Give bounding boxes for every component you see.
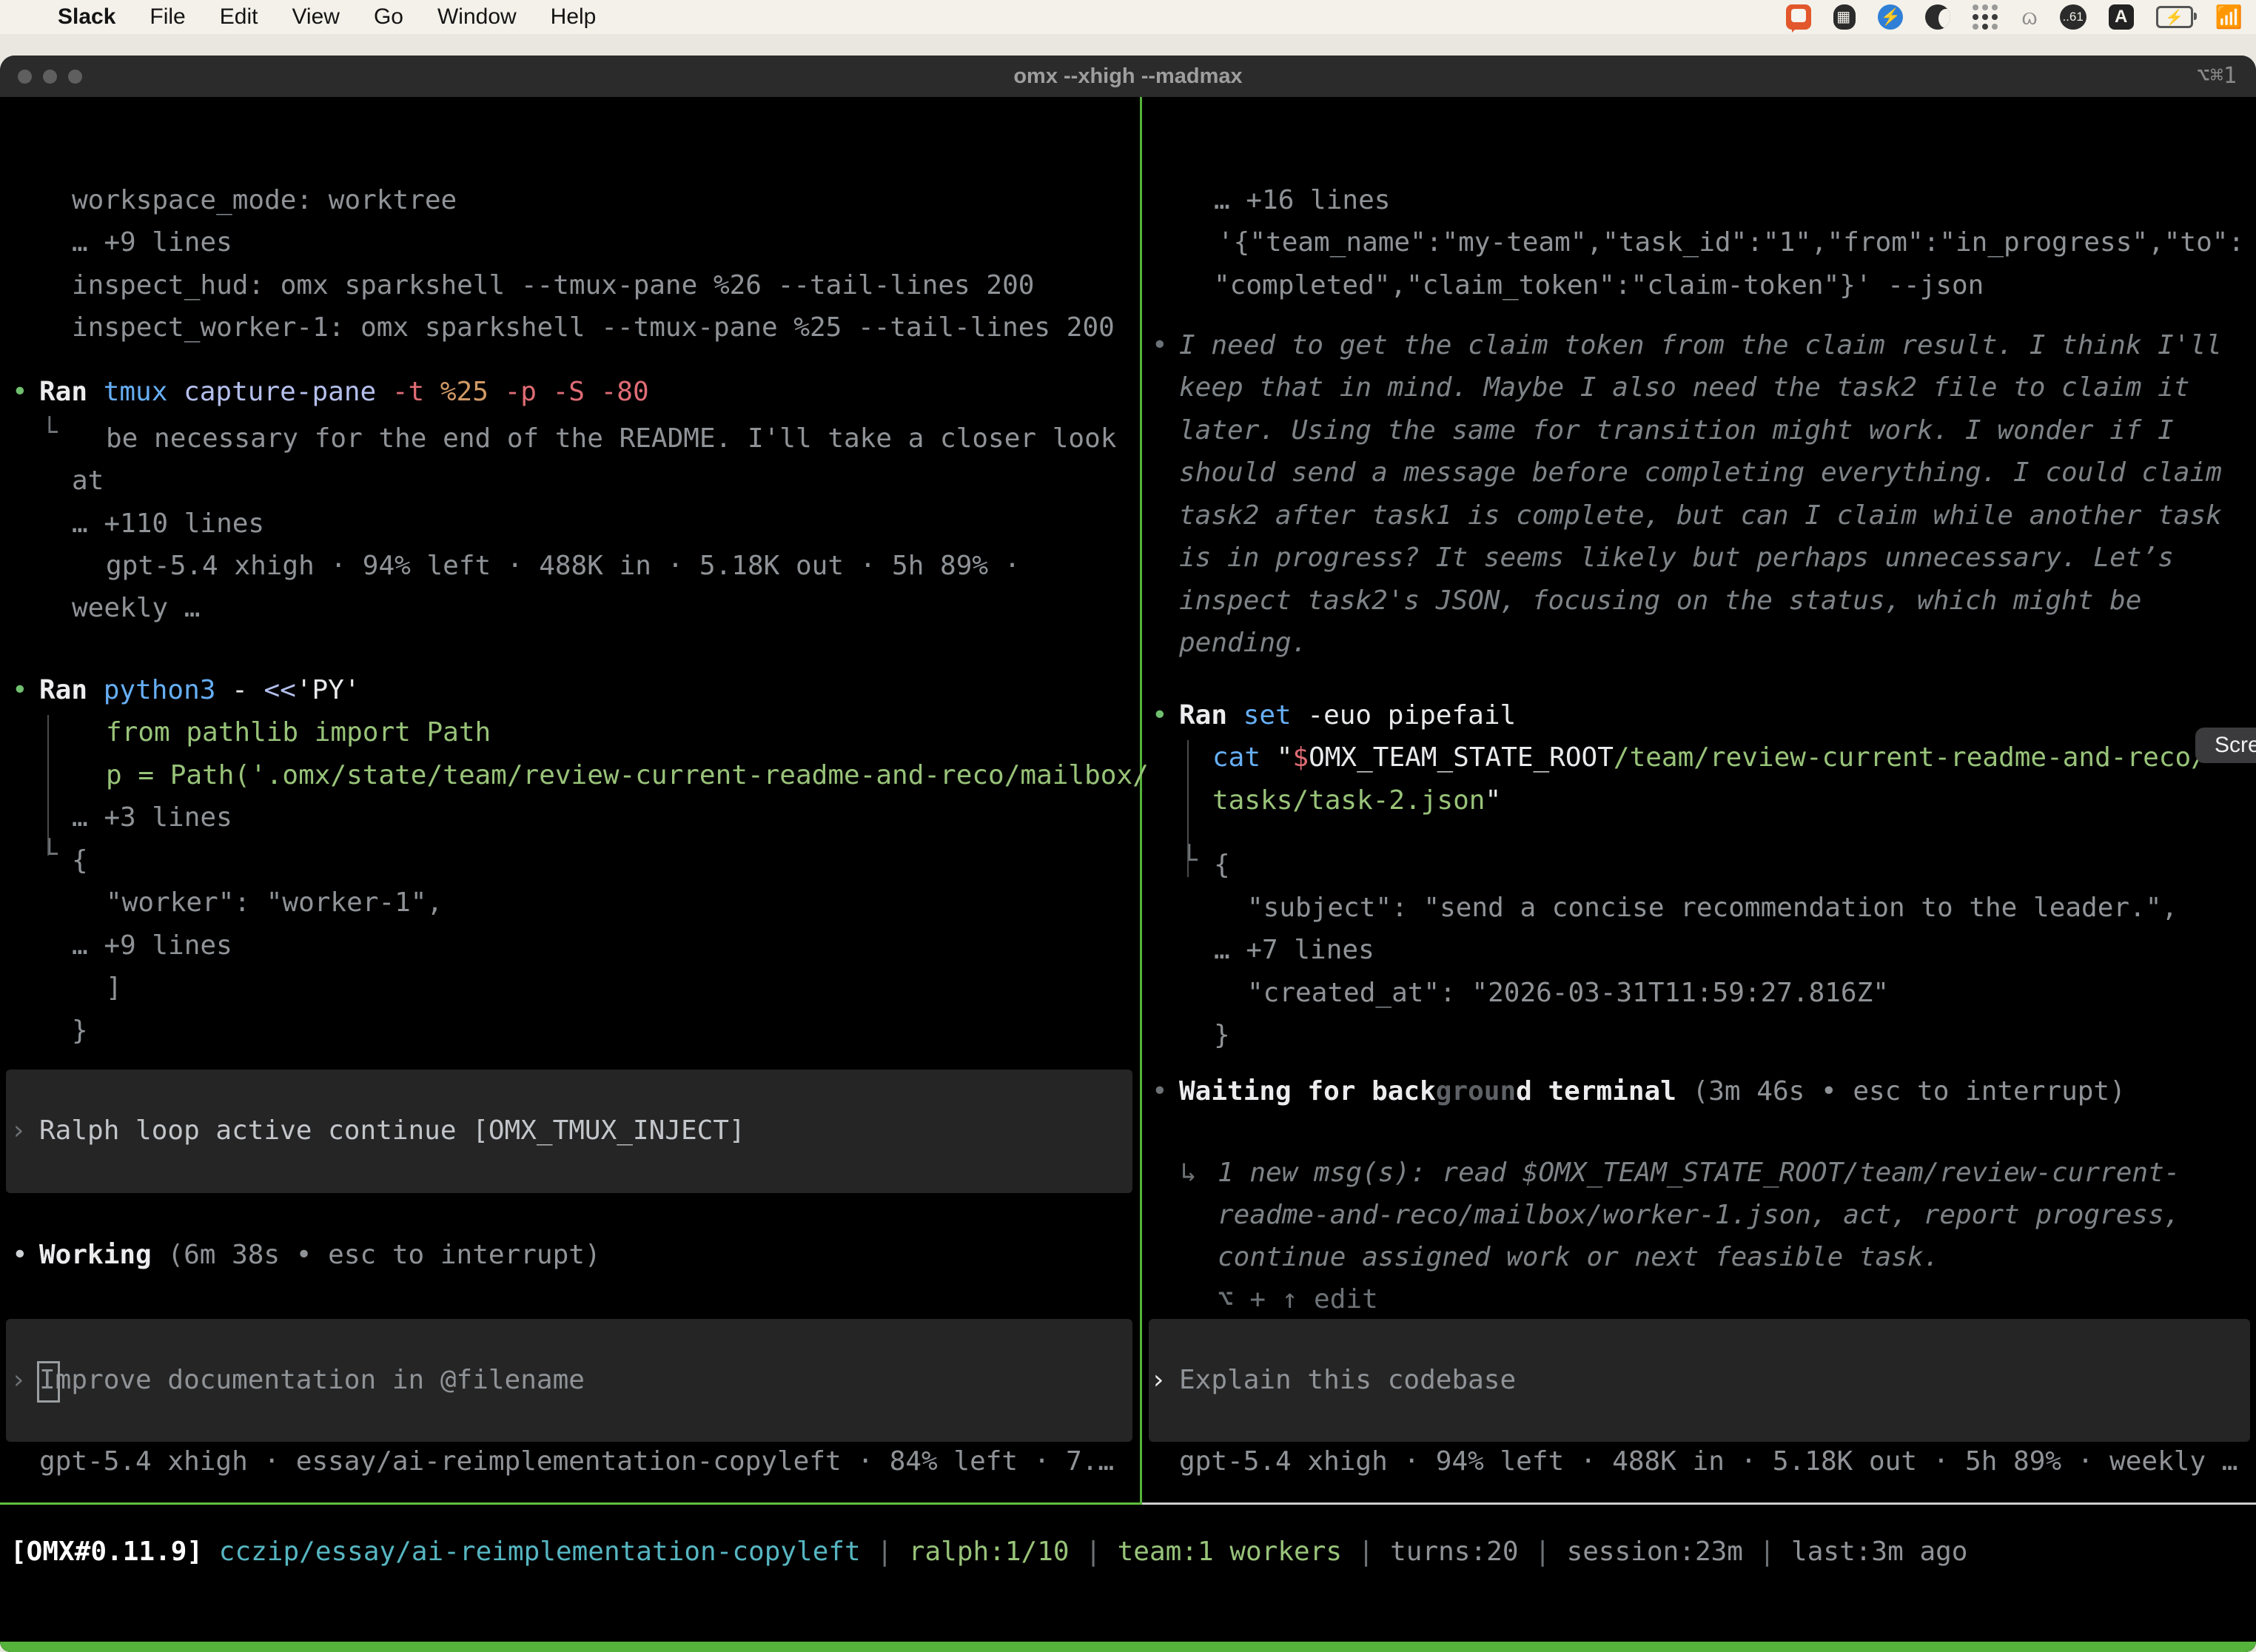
thinking-text: task2 after task1 is complete, but can I… <box>1179 498 2222 534</box>
ran-set-command: Ran set -euo pipefail <box>1179 698 1516 733</box>
tmux-status-bar: [omx-cczip0:bash* "MacBook-Pro-44.local"… <box>0 1642 2256 1652</box>
log-line: "completed","claim_token":"claim-token"}… <box>1214 268 1984 303</box>
blue-spark-icon[interactable]: ⚡ <box>1878 4 1903 30</box>
log-line: … +16 lines <box>1214 183 1390 218</box>
ran-tmux-command: Ran tmux capture-pane -t %25 -p -S -80 <box>39 375 649 410</box>
thinking-text: keep that in mind. Maybe I also need the… <box>1179 370 2189 406</box>
log-line: inspect_hud: omx sparkshell --tmux-pane … <box>72 268 1034 303</box>
collapsed-lines: … +9 lines <box>72 928 232 964</box>
mailbox-message: 1 new msg(s): read $OMX_TEAM_STATE_ROOT/… <box>1218 1155 2180 1191</box>
tree-corner: └ <box>41 415 58 451</box>
command-output: weekly … <box>72 591 200 626</box>
json-output: "subject": "send a concise recommendatio… <box>1247 890 2178 926</box>
hook-icon[interactable]: ᦒ <box>2021 1 2037 33</box>
right-prompt-input[interactable]: Explain this codebase <box>1179 1363 1516 1398</box>
collapsed-lines: … +3 lines <box>72 800 232 836</box>
left-pane-bottom-border <box>0 1502 1140 1505</box>
command-output: at <box>72 463 104 499</box>
python-code-line: from pathlib import Path <box>106 715 491 751</box>
menu-edit[interactable]: Edit <box>220 4 258 30</box>
msg-arrow-icon: ↳ <box>1181 1155 1197 1191</box>
left-prompt-input[interactable]: Improve documentation in @filename <box>39 1363 585 1398</box>
tree-corner: └ <box>41 837 58 873</box>
left-session-status: gpt-5.4 xhigh · essay/ai-reimplementatio… <box>39 1444 1114 1480</box>
thinking-text: is in progress? It seems likely but perh… <box>1179 540 2174 576</box>
edit-hint: ⌥ + ↑ edit <box>1218 1282 1378 1317</box>
input-source-icon[interactable]: A <box>2109 4 2134 30</box>
run-bullet-icon: • <box>1152 698 1168 733</box>
command-output: gpt-5.4 xhigh · 94% left · 488K in · 5.1… <box>106 548 1020 584</box>
window-title: omx --xhigh --madmax <box>0 56 2256 97</box>
pane-divider[interactable] <box>1140 97 1142 1505</box>
ran-python-command: Ran python3 - <<'PY' <box>39 673 360 708</box>
menu-status-icons: ⚡ ᦒ ..61 A ⚡ 📶 <box>1786 0 2243 34</box>
prompt-arrow-icon: › <box>10 1363 27 1398</box>
window-shortcut: ⌥⌘1 <box>2197 56 2237 97</box>
mailbox-message: readme-and-reco/mailbox/worker-1.json, a… <box>1218 1198 2180 1233</box>
right-session-status: gpt-5.4 xhigh · 94% left · 488K in · 5.1… <box>1179 1444 2237 1480</box>
command-output: … +110 lines <box>72 506 264 542</box>
command-output: be necessary for the end of the README. … <box>106 421 1116 457</box>
cat-command: cat "$OMX_TEAM_STATE_ROOT/team/review-cu… <box>1212 740 2207 776</box>
run-bullet-icon: • <box>12 375 28 410</box>
banner-arrow-icon: › <box>10 1113 27 1149</box>
menu-view[interactable]: View <box>292 4 339 30</box>
ralph-banner-text: Ralph loop active continue [OMX_TMUX_INJ… <box>39 1113 745 1149</box>
shield-keypad-icon[interactable] <box>1833 4 1856 30</box>
log-line: inspect_worker-1: omx sparkshell --tmux-… <box>72 310 1115 346</box>
wifi-icon[interactable]: 📶 <box>2215 4 2243 30</box>
run-bullet-icon: • <box>12 673 28 708</box>
log-line: workspace_mode: worktree <box>72 183 457 218</box>
badge-61-icon[interactable]: ..61 <box>2060 4 2087 30</box>
omx-status-bar: [OMX#0.11.9] cczip/essay/ai-reimplementa… <box>10 1534 1967 1570</box>
json-output: "created_at": "2026-03-31T11:59:27.816Z" <box>1247 976 1889 1011</box>
thinking-text: I need to get the claim token from the c… <box>1179 328 2222 363</box>
menu-bar: Slack File Edit View Go Window Help ⚡ ᦒ … <box>0 0 2256 34</box>
desktop: { "colors": { "accent_green": "#55b33a",… <box>0 0 2256 1652</box>
thinking-text: inspect task2's JSON, focusing on the st… <box>1179 583 2141 619</box>
menu-help[interactable]: Help <box>551 4 597 30</box>
dots-grid-icon[interactable] <box>1973 4 1999 30</box>
terminal-content[interactable]: workspace_mode: worktree … +9 lines insp… <box>0 97 2256 1652</box>
text-cursor <box>37 1361 60 1403</box>
menu-go[interactable]: Go <box>374 4 403 30</box>
json-output: } <box>1214 1018 1230 1053</box>
tree-guide-line <box>47 715 49 856</box>
menu-app-slack[interactable]: Slack <box>58 4 115 30</box>
thinking-text: later. Using the same for transition mig… <box>1179 413 2174 449</box>
waiting-status: Waiting for background terminal (3m 46s … <box>1179 1074 2126 1109</box>
python-code-line: p = Path('.omx/state/team/review-current… <box>106 758 1149 793</box>
log-line: '{"team_name":"my-team","task_id":"1","f… <box>1218 225 2244 261</box>
right-pane-bottom-border <box>1142 1502 2256 1505</box>
log-line: … +9 lines <box>72 225 232 261</box>
terminal-window: omx --xhigh --madmax ⌥⌘1 workspace_mode:… <box>0 56 2256 1652</box>
prompt-arrow-icon: › <box>1150 1363 1166 1398</box>
menu-file[interactable]: File <box>150 4 185 30</box>
thinking-bullet-icon: • <box>1152 328 1168 363</box>
moon-contrast-icon[interactable] <box>1925 4 1950 30</box>
json-output: { <box>1214 847 1230 883</box>
waiting-bullet-icon: • <box>1152 1074 1168 1109</box>
mailbox-message: continue assigned work or next feasible … <box>1218 1240 1939 1275</box>
working-status: Working (6m 38s • esc to interrupt) <box>39 1238 601 1273</box>
tree-corner: └ <box>1181 843 1198 879</box>
chat-app-icon[interactable] <box>1786 4 1811 30</box>
collapsed-lines: … +7 lines <box>1214 933 1374 968</box>
thinking-text: pending. <box>1179 625 1307 661</box>
json-output: ] <box>106 970 122 1006</box>
working-bullet-icon: • <box>12 1238 28 1273</box>
screen-overlay-tooltip: Scre <box>2195 728 2256 763</box>
json-output: "worker": "worker-1", <box>106 885 443 921</box>
battery-icon[interactable]: ⚡ <box>2156 6 2193 28</box>
json-output: } <box>72 1013 88 1049</box>
thinking-text: should send a message before completing … <box>1179 455 2222 491</box>
menu-window[interactable]: Window <box>437 4 517 30</box>
cat-command-wrap: tasks/task-2.json" <box>1212 783 1501 819</box>
window-titlebar[interactable]: omx --xhigh --madmax ⌥⌘1 <box>0 56 2256 97</box>
json-output: { <box>72 843 88 879</box>
